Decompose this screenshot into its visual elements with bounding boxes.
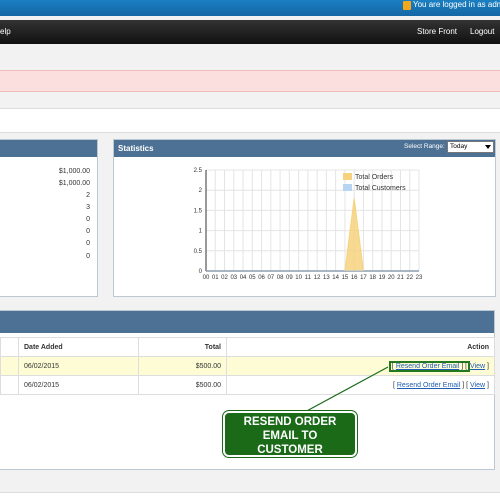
x-tick-label: 06 <box>258 275 265 281</box>
x-tick-label: 12 <box>314 275 321 281</box>
legend-swatch <box>343 173 352 180</box>
callout-annotation: RESEND ORDER EMAIL TO CUSTOMER <box>223 411 357 457</box>
summary-value: 0 <box>86 240 90 247</box>
x-tick-label: 07 <box>267 275 274 281</box>
page-heading-bar <box>0 108 500 133</box>
footer-bar <box>0 492 500 500</box>
x-tick-label: 20 <box>388 275 395 281</box>
x-tick-label: 16 <box>351 275 358 281</box>
x-tick-label: 13 <box>323 275 330 281</box>
x-tick-label: 04 <box>240 275 247 281</box>
x-tick-label: 01 <box>212 275 219 281</box>
summary-value: 0 <box>86 228 90 235</box>
x-tick-label: 19 <box>379 275 386 281</box>
action-links: [ Resend Order Email ] [ View ] <box>393 382 489 389</box>
statistics-panel: Statistics Select Range: Today 0 0.5 1 1.5 2… <box>113 139 496 297</box>
select-range-label: Select Range: <box>404 143 445 150</box>
x-tick-label: 22 <box>406 275 413 281</box>
bracket: ] [ <box>462 381 469 389</box>
summary-value: 2 <box>86 192 90 199</box>
alert-bar <box>0 70 500 92</box>
x-tick-label: 18 <box>369 275 376 281</box>
action-links: [ Resend Order Email ] [View ] <box>388 360 489 372</box>
summary-panel-header <box>0 140 97 157</box>
summary-value: $1,000.00 <box>58 168 90 175</box>
statistics-header: Statistics Select Range: Today <box>114 140 495 157</box>
table-cell <box>0 356 19 376</box>
action-header: Action <box>226 337 495 357</box>
x-tick-label: 23 <box>416 275 423 281</box>
y-tick-label: 1.5 <box>194 208 203 214</box>
x-tick-label: 11 <box>305 275 312 281</box>
order-date: 06/02/2015 <box>18 375 139 395</box>
x-tick-label: 08 <box>277 275 284 281</box>
lock-icon <box>403 1 411 10</box>
total-header: Total <box>138 337 227 357</box>
summary-value: 3 <box>86 204 90 211</box>
summary-value: 0 <box>86 216 90 223</box>
order-date: 06/02/2015 <box>18 356 139 376</box>
order-actions: [ Resend Order Email ] [View ] <box>226 356 495 376</box>
nav-help-link[interactable]: elp <box>0 27 11 36</box>
bracket: ] [ <box>461 362 468 370</box>
legend-swatch <box>343 184 352 191</box>
bracket: ] <box>487 362 489 370</box>
bracket: ] <box>487 381 489 389</box>
bracket: [ <box>391 362 394 370</box>
range-select-value: Today <box>450 143 468 150</box>
main-navigation: elp Store Front Logout <box>0 20 500 44</box>
resend-link-highlight: [ Resend Order Email ] [ <box>388 360 471 372</box>
y-tick-label: 0.5 <box>194 249 203 255</box>
x-tick-label: 21 <box>397 275 404 281</box>
x-tick-label: 14 <box>332 275 339 281</box>
resend-order-email-link[interactable]: Resend Order Email <box>396 363 459 370</box>
x-tick-label: 15 <box>342 275 349 281</box>
callout-line: RESEND ORDER <box>243 416 337 428</box>
date-added-header: Date Added <box>18 337 139 357</box>
table-cell <box>0 375 19 395</box>
y-tick-label: 1 <box>199 229 203 235</box>
nav-logout-link[interactable]: Logout <box>470 27 494 36</box>
summary-panel: $1,000.00 $1,000.00 2 3 0 0 0 0 <box>0 139 98 297</box>
legend-label: Total Customers <box>355 185 406 192</box>
series-area <box>206 198 419 272</box>
summary-value: $1,000.00 <box>58 180 90 187</box>
order-actions: [ Resend Order Email ] [ View ] <box>226 375 495 395</box>
summary-value: 0 <box>86 253 90 260</box>
table-row: 06/02/2015 $500.00 [ Resend Order Email … <box>0 375 495 395</box>
statistics-chart: 00.511.522.500 01 02 03 04 05 06 07 08 09 10 11 12 13… <box>194 168 423 281</box>
callout-line: EMAIL TO <box>262 430 318 442</box>
x-tick-label: 02 <box>221 275 228 281</box>
orders-table: Date Added Total Action 06/02/2015 $500.… <box>0 337 495 395</box>
logged-in-text: You are logged in as admin <box>413 0 500 9</box>
resend-order-email-link[interactable]: Resend Order Email <box>397 382 460 389</box>
range-select[interactable]: Today <box>447 141 494 153</box>
table-header-cell <box>0 337 19 357</box>
top-bar: You are logged in as admin <box>0 0 500 16</box>
statistics-title: Statistics <box>118 144 154 153</box>
legend-label: Total Orders <box>355 174 394 181</box>
x-tick-label: 09 <box>286 275 293 281</box>
table-header-row: Date Added Total Action <box>0 337 495 357</box>
x-tick-label: 03 <box>230 275 237 281</box>
order-total: $500.00 <box>138 375 227 395</box>
y-tick-label: 2.5 <box>194 168 203 174</box>
x-tick-label: 05 <box>249 275 256 281</box>
nav-store-front-link[interactable]: Store Front <box>417 27 457 36</box>
x-tick-label: 00 <box>203 275 210 281</box>
bracket: [ <box>392 381 395 389</box>
callout-line: CUSTOMER <box>257 444 323 456</box>
x-tick-label: 10 <box>295 275 302 281</box>
x-tick-label: 17 <box>360 275 367 281</box>
y-tick-label: 2 <box>199 188 203 194</box>
table-row: 06/02/2015 $500.00 [ Resend Order Email … <box>0 356 495 376</box>
order-total: $500.00 <box>138 356 227 376</box>
view-order-link[interactable]: View <box>470 363 485 370</box>
orders-panel-header <box>0 311 494 333</box>
chevron-down-icon <box>485 145 491 149</box>
view-order-link[interactable]: View <box>470 382 485 389</box>
